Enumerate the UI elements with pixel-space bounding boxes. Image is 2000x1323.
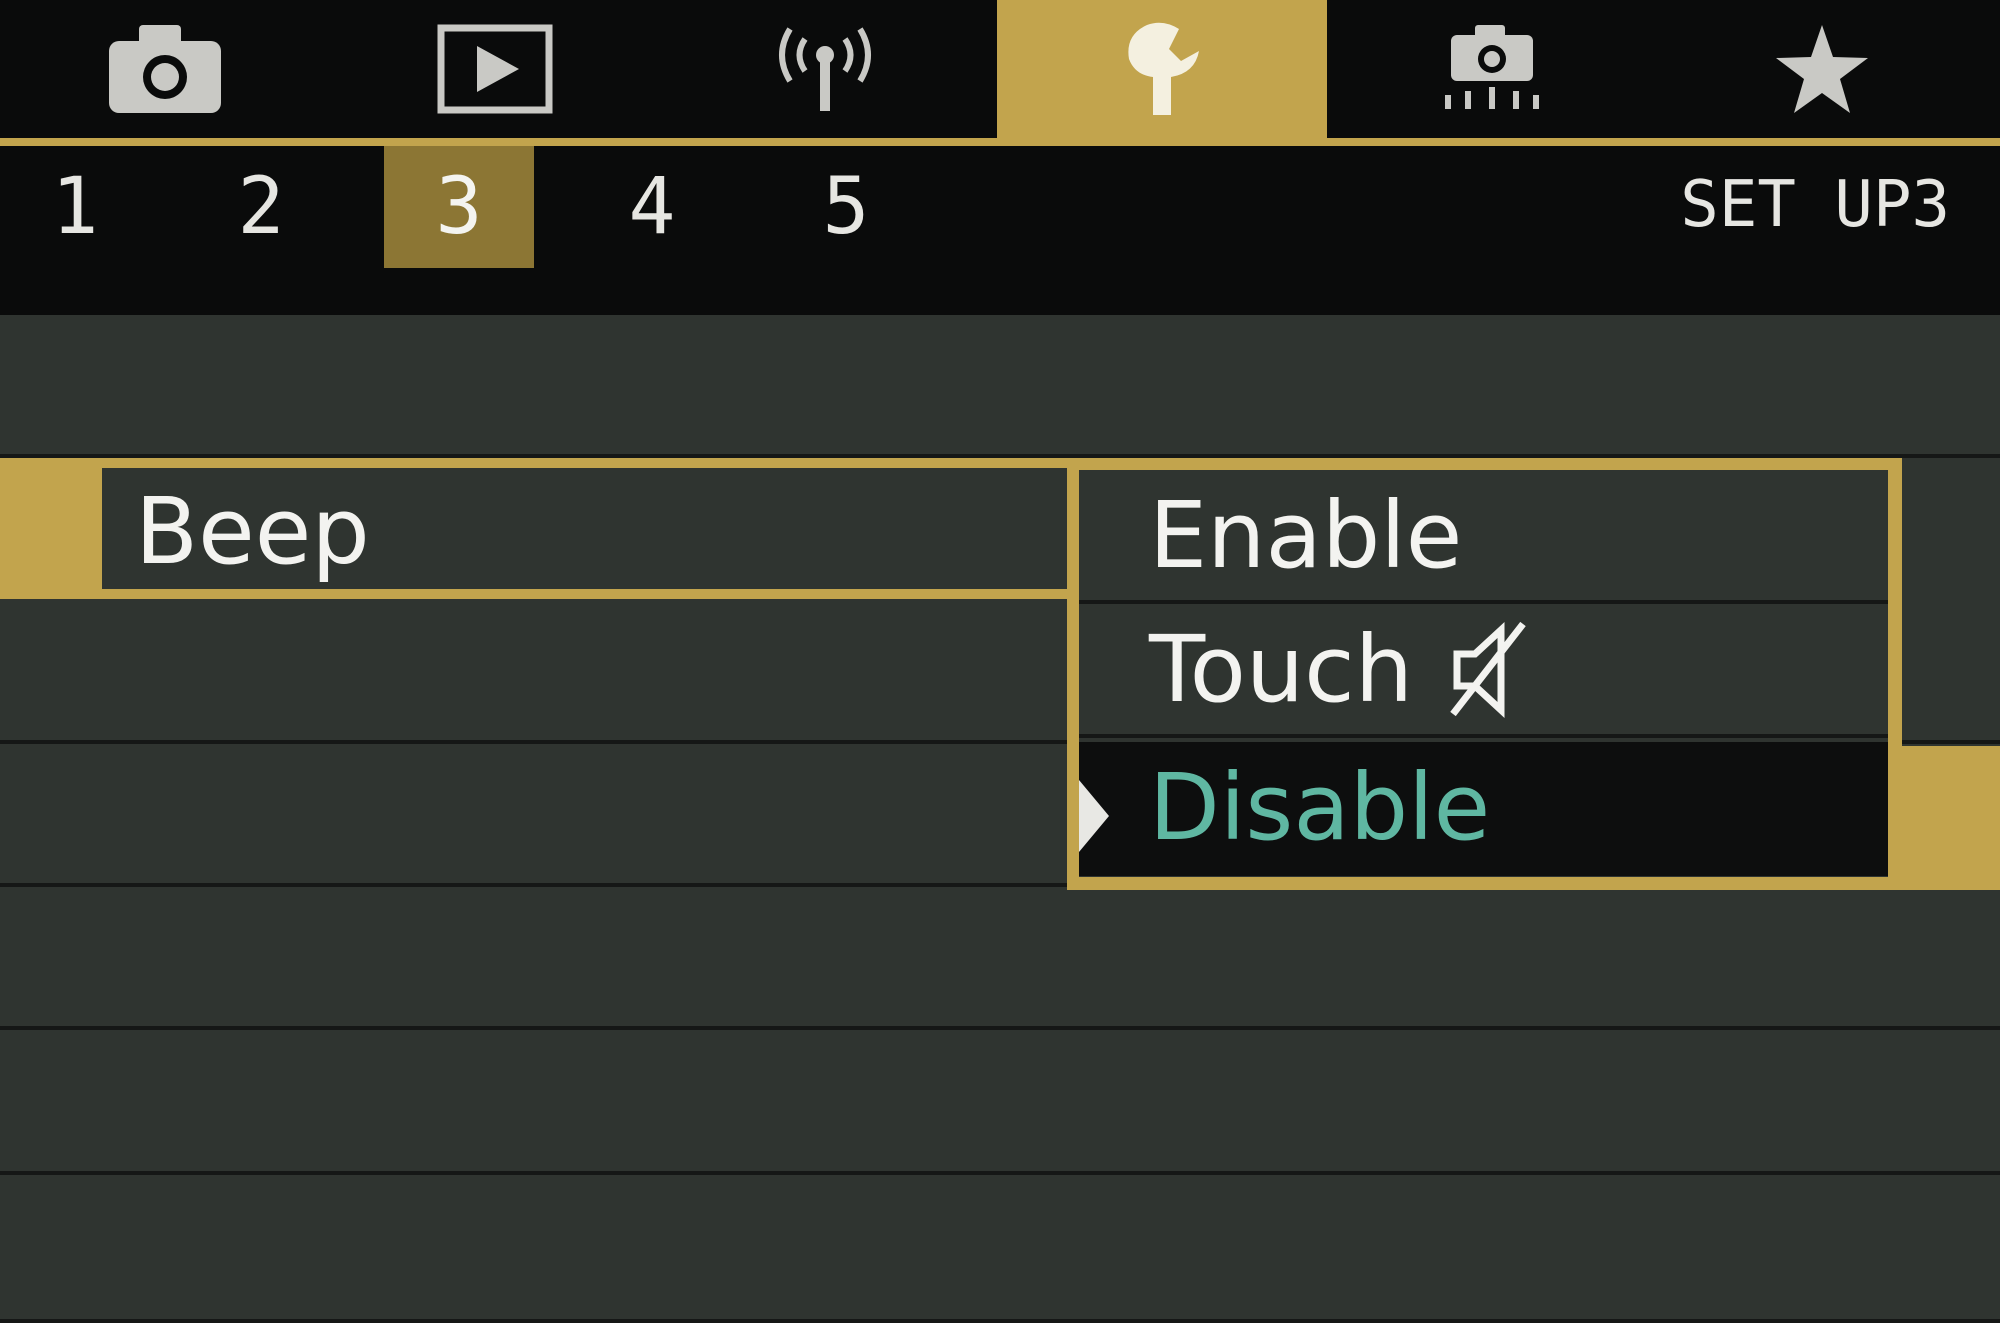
subtab-bar: 1 2 3 4 5 SET UP3: [0, 146, 2000, 315]
tab-setup[interactable]: [997, 0, 1327, 138]
tab-shooting[interactable]: [0, 0, 330, 138]
tab-playback[interactable]: [330, 0, 660, 138]
tab-wireless[interactable]: [660, 0, 990, 138]
subtab-2[interactable]: 2: [186, 146, 336, 268]
camera-icon: [109, 25, 221, 113]
option-disable[interactable]: Disable: [1079, 742, 1888, 876]
option-label: Disable: [1149, 754, 1491, 861]
playback-icon: [437, 24, 553, 114]
option-label: Touch: [1149, 616, 1533, 723]
wireless-icon: [779, 27, 871, 111]
tab-my-menu[interactable]: [1657, 0, 1987, 138]
beep-setting-label: Beep: [135, 478, 370, 585]
menu-row-empty: [0, 315, 2000, 458]
menu-row-empty: [0, 887, 2000, 1030]
selection-arrow-icon: [1079, 780, 1109, 852]
custom-camera-icon: [1445, 25, 1539, 109]
subtab-4[interactable]: 4: [577, 146, 727, 268]
menu-row-empty: [0, 1030, 2000, 1175]
main-tab-bar: [0, 0, 2000, 146]
subtab-1[interactable]: 1: [0, 146, 150, 268]
wrench-icon: [1128, 22, 1199, 115]
tab-underline: [0, 138, 2000, 146]
tab-custom-functions[interactable]: [1327, 0, 1657, 138]
option-label: Enable: [1149, 482, 1463, 589]
star-icon: [1776, 25, 1868, 113]
subtab-5[interactable]: 5: [771, 146, 921, 268]
page-label: SET UP3: [1680, 168, 1950, 242]
option-touch-mute[interactable]: Touch: [1079, 604, 1888, 738]
popup-gold-edge: [1889, 746, 2000, 890]
menu-row-empty: [0, 1175, 2000, 1323]
subtab-3[interactable]: 3: [384, 146, 534, 268]
speaker-muted-icon: [1450, 621, 1526, 718]
option-enable[interactable]: Enable: [1079, 470, 1888, 604]
